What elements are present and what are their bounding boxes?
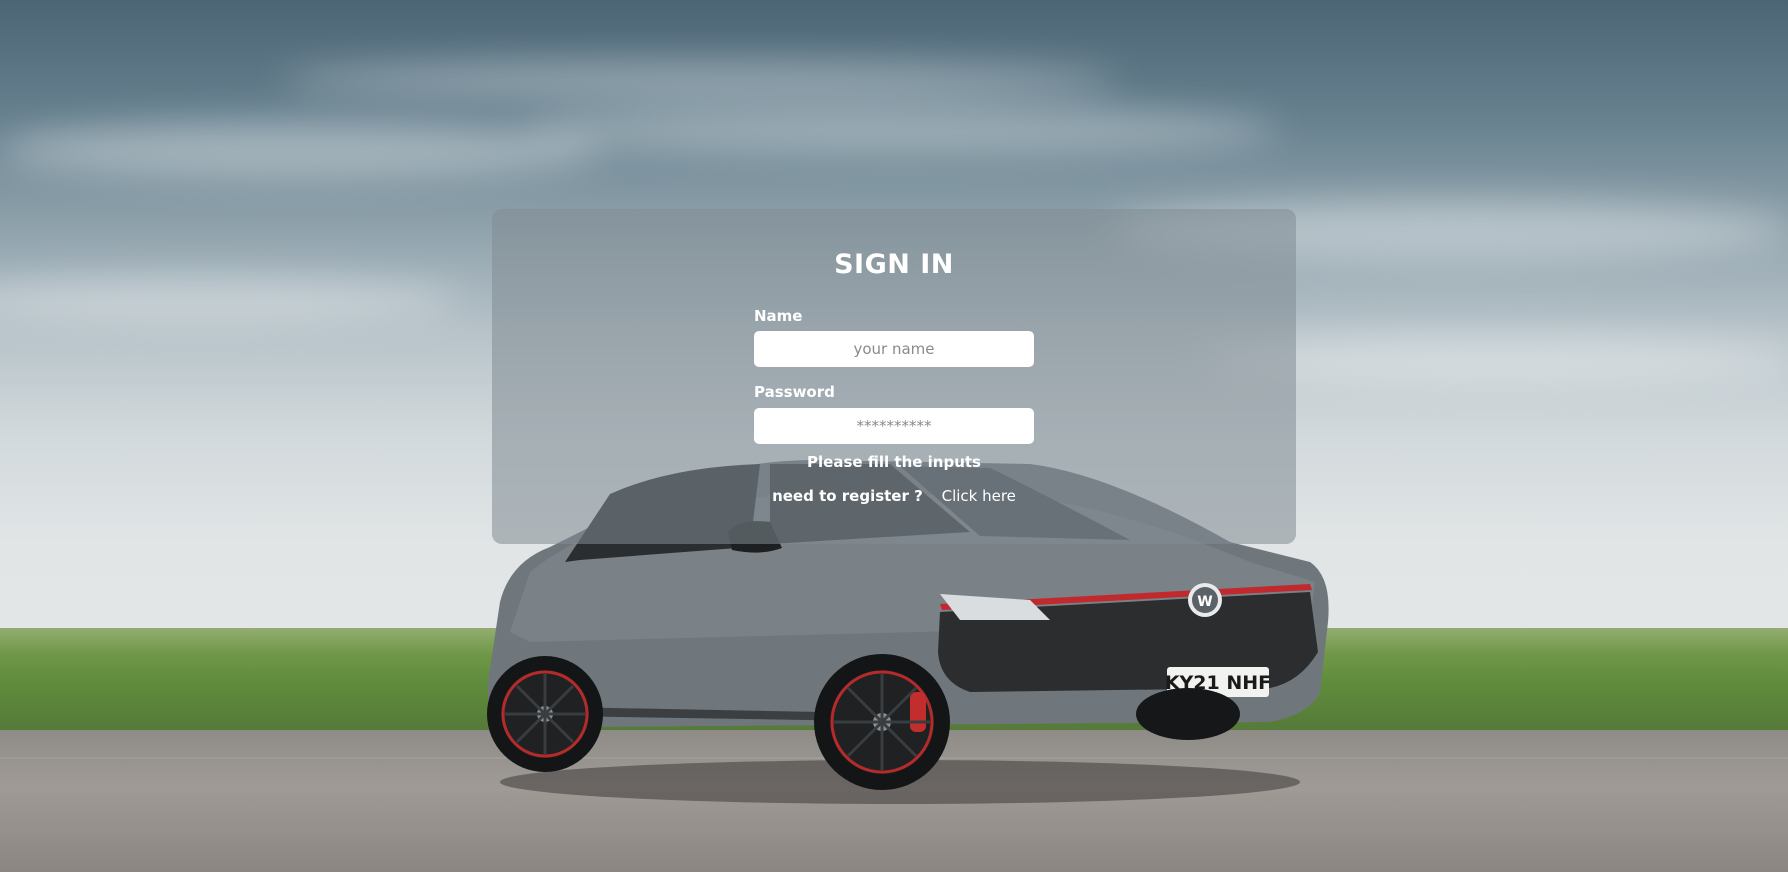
validation-message: Please fill the inputs [807,453,981,471]
register-prompt: need to register ? [772,487,923,505]
svg-text:W: W [1197,594,1212,610]
register-row: need to register ? Click here [492,487,1296,505]
signin-panel: SIGN IN Name Password Please fill the in… [492,209,1296,544]
name-label: Name [754,307,803,325]
password-label: Password [754,383,835,401]
password-input[interactable] [754,408,1034,444]
page-title: SIGN IN [834,249,954,280]
name-input[interactable] [754,331,1034,367]
register-link[interactable]: Click here [942,487,1016,505]
